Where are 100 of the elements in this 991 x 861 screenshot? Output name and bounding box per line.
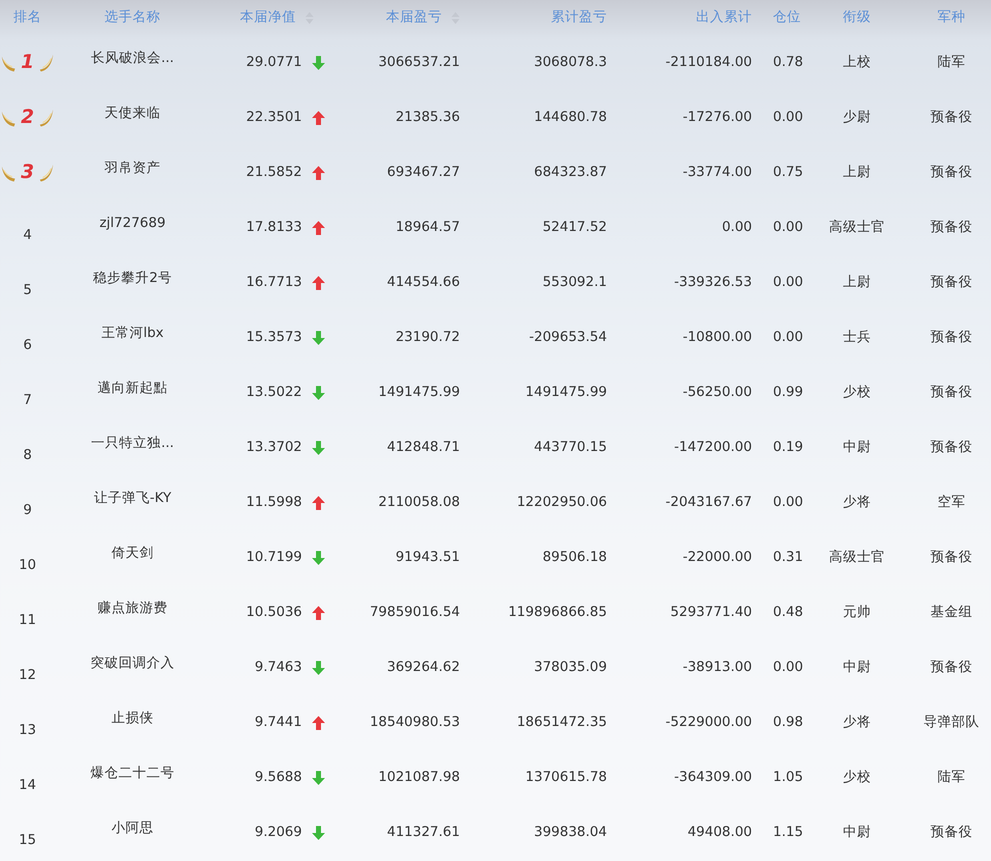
- column-header: 出入累计: [696, 8, 752, 28]
- rank-number: 1: [20, 53, 34, 72]
- player-name: 止损侠: [112, 710, 154, 726]
- rank-number: 5: [23, 281, 32, 300]
- total-profit: 18651472.35: [516, 714, 607, 730]
- position-ratio: 1.05: [773, 769, 804, 786]
- rank-title: 上尉: [843, 164, 871, 180]
- service-branch: 陆军: [938, 769, 966, 786]
- net-flow: -364309.00: [674, 769, 752, 786]
- rank-number: 14: [18, 776, 36, 796]
- total-profit: -209653.54: [529, 329, 607, 346]
- total-profit: 52417.52: [542, 219, 607, 236]
- column-header: 本届盈亏: [386, 8, 442, 28]
- current-profit: 21385.36: [396, 109, 460, 126]
- net-value: 11.5998: [246, 494, 302, 510]
- net-value: 9.7441: [254, 714, 302, 730]
- current-profit: 79859016.54: [370, 604, 460, 620]
- total-profit: 443770.15: [534, 439, 607, 456]
- player-name: 小阿思: [112, 820, 154, 836]
- position-ratio: 0.31: [773, 549, 804, 566]
- total-profit: 1491475.99: [525, 384, 607, 400]
- current-profit: 2110058.08: [378, 494, 460, 510]
- rank-number: 8: [23, 446, 32, 466]
- column-header: 本届净值: [240, 8, 296, 28]
- player-name: 一只特立独...: [91, 435, 174, 451]
- current-profit: 23190.72: [396, 329, 460, 346]
- rank-title: 上尉: [843, 274, 871, 290]
- net-flow: -17276.00: [682, 109, 752, 126]
- total-profit: 553092.1: [542, 274, 607, 290]
- position-ratio: 0.48: [773, 604, 804, 620]
- player-name: 长风破浪会...: [91, 50, 174, 66]
- rank-number: 7: [23, 391, 32, 410]
- net-flow: -38913.00: [682, 659, 752, 676]
- rank-number: 12: [18, 666, 36, 686]
- rank-title: 元帅: [843, 604, 871, 620]
- player-name: 羽帛资产: [104, 160, 160, 176]
- net-value: 15.3573: [246, 329, 302, 346]
- service-branch: 预备役: [930, 109, 972, 126]
- rank-number: 4: [23, 226, 32, 246]
- rank-title: 高级士官: [829, 549, 885, 566]
- rank-number: 11: [18, 611, 36, 630]
- net-value: 9.5688: [254, 769, 302, 786]
- player-name: 突破回调介入: [90, 655, 174, 671]
- net-flow: -56250.00: [682, 384, 752, 400]
- rank-number: 3: [20, 163, 34, 182]
- service-branch: 预备役: [930, 384, 972, 400]
- net-value: 9.7463: [254, 659, 302, 676]
- service-branch: 预备役: [930, 329, 972, 346]
- rank-title: 少尉: [843, 109, 871, 126]
- rank-number: 9: [23, 501, 32, 520]
- total-profit: 378035.09: [534, 659, 607, 676]
- position-ratio: 0.19: [773, 439, 804, 456]
- net-flow: 5293771.40: [670, 604, 752, 620]
- rank-title: 少校: [843, 769, 871, 786]
- service-branch: 预备役: [930, 659, 972, 676]
- rank-number: 10: [18, 556, 36, 576]
- rank-number: 2: [20, 108, 34, 127]
- net-flow: -10800.00: [682, 329, 752, 346]
- position-ratio: 1.15: [773, 824, 804, 840]
- service-branch: 预备役: [930, 824, 972, 840]
- total-profit: 1370615.78: [525, 769, 607, 786]
- rank-title: 中尉: [843, 439, 871, 456]
- service-branch: 基金组: [930, 604, 972, 620]
- rank-title: 士兵: [843, 329, 871, 346]
- rank-number: 6: [23, 336, 32, 356]
- position-ratio: 0.99: [773, 384, 804, 400]
- net-flow: -2043167.67: [666, 494, 752, 510]
- current-profit: 1021087.98: [378, 769, 460, 786]
- net-value: 21.5852: [246, 164, 302, 180]
- wing-icon: [38, 162, 55, 182]
- player-name: 爆仓二十二号: [90, 765, 174, 781]
- current-profit: 414554.66: [386, 274, 460, 290]
- column-header: 排名: [14, 8, 42, 28]
- net-flow: -5229000.00: [666, 714, 752, 730]
- net-flow: -147200.00: [674, 439, 752, 456]
- rank-title: 少将: [843, 494, 871, 510]
- service-branch: 预备役: [930, 164, 972, 180]
- player-name: 天使来临: [104, 105, 160, 121]
- net-value: 10.7199: [246, 549, 302, 566]
- total-profit: 399838.04: [534, 824, 607, 840]
- current-profit: 369264.62: [386, 659, 460, 676]
- total-profit: 119896866.85: [508, 604, 607, 620]
- rank-number: 13: [18, 721, 36, 740]
- rank-title: 少将: [843, 714, 871, 730]
- net-value: 22.3501: [246, 109, 302, 126]
- net-flow: 49408.00: [688, 824, 752, 840]
- current-profit: 91943.51: [396, 549, 460, 566]
- player-name: 王常河lbx: [101, 325, 164, 341]
- position-ratio: 0.00: [773, 329, 804, 346]
- position-ratio: 0.00: [773, 274, 804, 290]
- current-profit: 3066537.21: [378, 54, 460, 70]
- net-flow: -339326.53: [674, 274, 752, 290]
- net-flow: -2110184.00: [666, 54, 752, 70]
- service-branch: 预备役: [930, 439, 972, 456]
- total-profit: 89506.18: [542, 549, 607, 566]
- net-value: 16.7713: [246, 274, 302, 290]
- total-profit: 3068078.3: [534, 54, 607, 70]
- net-value: 9.2069: [254, 824, 302, 840]
- total-profit: 144680.78: [534, 109, 607, 126]
- current-profit: 411327.61: [386, 824, 460, 840]
